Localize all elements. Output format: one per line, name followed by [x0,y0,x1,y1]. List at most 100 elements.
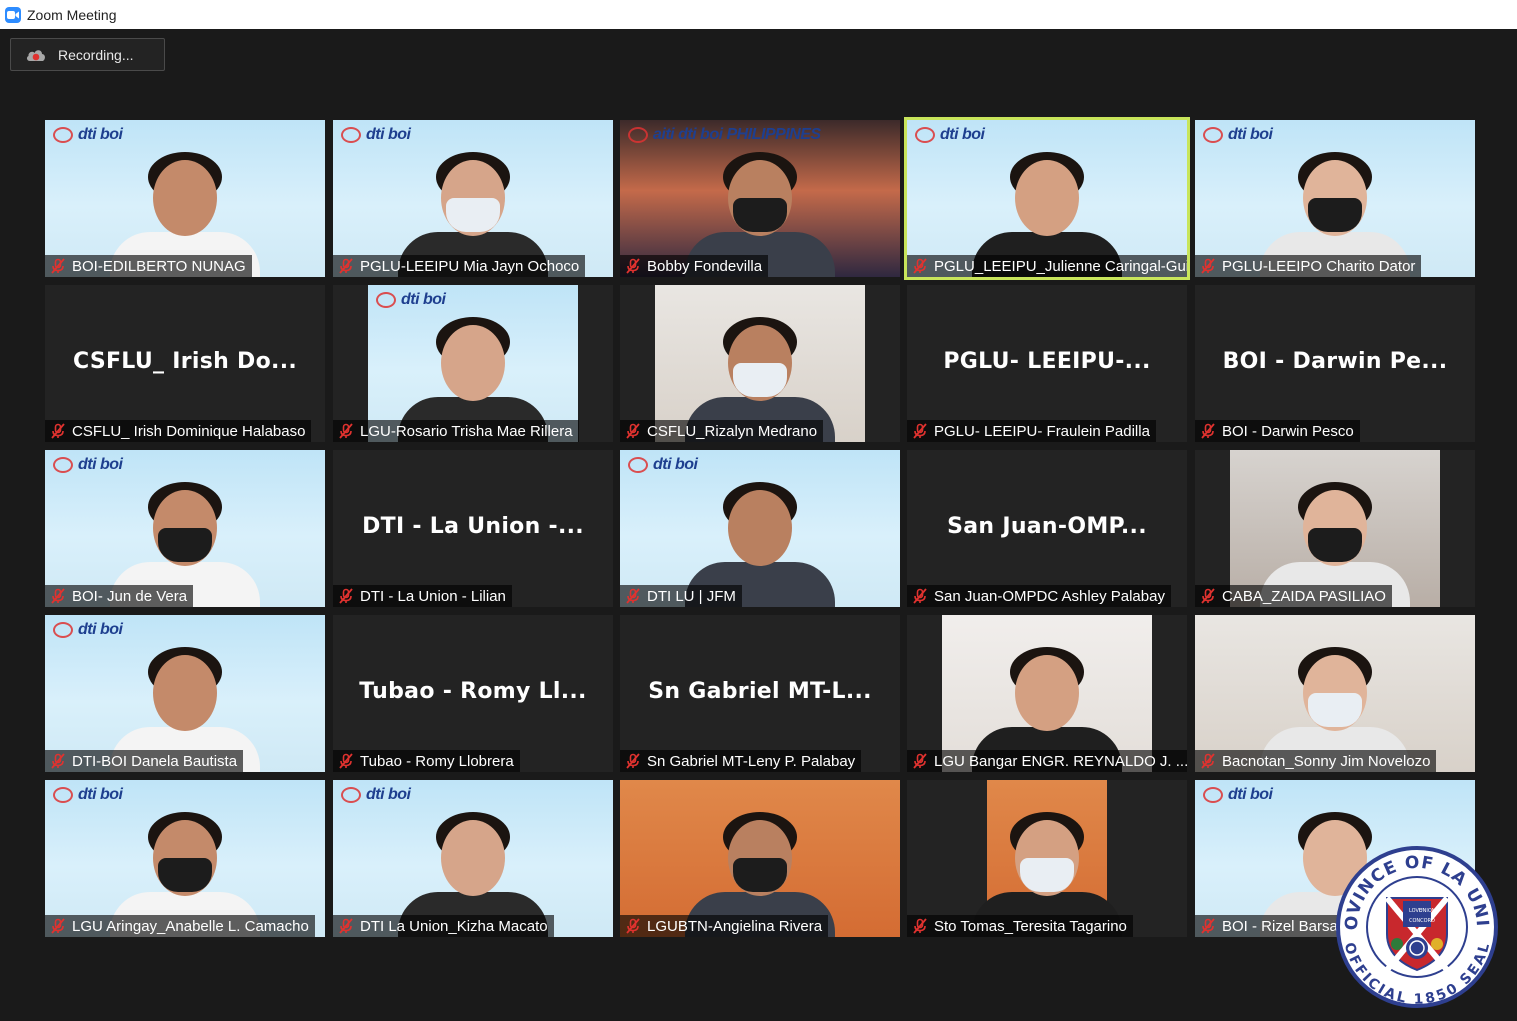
participant-video: dti boi [45,615,325,772]
participant-tile[interactable]: dti boi BOI-EDILBERTO NUNAG [45,120,325,277]
participant-tile[interactable]: DTI - La Union -... DTI - La Union - Lili… [333,450,613,607]
participant-display-name: PGLU- LEEIPU-... [943,349,1151,374]
participant-tile[interactable]: PGLU- LEEIPU-... PGLU- LEEIPU- Fraulein P… [907,285,1187,442]
participant-tile[interactable]: dti boi PGLU-LEEIPU Mia Jayn Ochoco [333,120,613,277]
participant-name: DTI La Union_Kizha Macato [360,917,548,935]
participant-name-label: San Juan-OMPDC Ashley Palabay [907,585,1171,607]
participant-tile[interactable]: aiti dti boi PHILIPPINES Bobby Fondevilla [620,120,900,277]
participant-tile[interactable]: dti boi DTI-BOI Danela Bautista [45,615,325,772]
heart-logo-icon [53,127,73,143]
participant-name-label: CABA_ZAIDA PASILIAO [1195,585,1392,607]
participant-tile[interactable]: CABA_ZAIDA PASILIAO [1195,450,1475,607]
participant-tile[interactable]: Tubao - Romy Ll... Tubao - Romy Llobrera [333,615,613,772]
face-mask [733,858,787,892]
mic-muted-icon [912,423,928,439]
mic-muted-icon [625,753,641,769]
virtual-background-logo: dti boi [1203,786,1273,804]
participant-video: dti boi [45,450,325,607]
participant-head [441,820,505,896]
participant-name: Sn Gabriel MT-Leny P. Palabay [647,752,856,770]
heart-logo-icon [628,127,648,143]
face-mask [158,858,212,892]
participant-name: Bacnotan_Sonny Jim Novelozo [1222,752,1431,770]
participant-tile[interactable]: BOI - Darwin Pe... BOI - Darwin Pesco [1195,285,1475,442]
participant-name: CSFLU_ Irish Dominique Halabaso [72,422,306,440]
participant-video [1195,615,1475,772]
participant-video [942,615,1152,772]
participant-video: dti boi [620,450,900,607]
participant-name-label: DTI LU | JFM [620,585,742,607]
participant-tile[interactable]: dti boi LGU-Rosario Trisha Mae Rillera [333,285,613,442]
cloud-recording-icon [26,49,45,61]
participant-name-label: Sn Gabriel MT-Leny P. Palabay [620,750,862,772]
heart-logo-icon [341,127,361,143]
mic-muted-icon [1200,258,1216,274]
participant-name-label: DTI - La Union - Lilian [333,585,512,607]
participant-tile[interactable]: CSFLU_ Irish Do... CSFLU_ Irish Dominique… [45,285,325,442]
heart-logo-icon [53,457,73,473]
mic-muted-icon [50,918,66,934]
participant-tile[interactable]: LGUBTN-Angielina Rivera [620,780,900,937]
heart-logo-icon [53,622,73,638]
participant-tile[interactable]: dti boi PGLU-LEEIPO Charito Dator [1195,120,1475,277]
mic-muted-icon [625,258,641,274]
participant-video: dti boi [907,120,1187,277]
participant-name: LGU Aringay_Anabelle L. Camacho [72,917,309,935]
recording-indicator[interactable]: Recording... [10,38,165,71]
heart-logo-icon [341,787,361,803]
participant-video [1230,450,1440,607]
logo-text: dti boi [401,291,446,308]
participant-video [620,780,900,937]
participant-name: San Juan-OMPDC Ashley Palabay [934,587,1165,605]
participant-name-label: DTI-BOI Danela Bautista [45,750,244,772]
participant-name-label: LGU Aringay_Anabelle L. Camacho [45,915,315,937]
participant-tile[interactable]: Sn Gabriel MT-L... Sn Gabriel MT-Leny P. … [620,615,900,772]
participant-tile[interactable]: dti boi DTI LU | JFM [620,450,900,607]
virtual-background-logo: dti boi [53,126,123,144]
logo-text: dti boi [78,456,123,473]
participant-tile[interactable]: San Juan-OMP... San Juan-OMPDC Ashley Pal… [907,450,1187,607]
participant-tile[interactable]: dti boi BOI- Jun de Vera [45,450,325,607]
participant-display-name: BOI - Darwin Pe... [1222,349,1448,374]
participant-tile[interactable]: dti boi PGLU_LEEIPU_Julienne Caringal-Gui… [904,117,1190,280]
participant-head [153,655,217,731]
virtual-background-logo: dti boi [341,786,411,804]
face-mask [1308,528,1362,562]
participant-name: LGU-Rosario Trisha Mae Rillera [360,422,573,440]
mic-muted-icon [338,258,354,274]
mic-muted-icon [50,258,66,274]
participant-tile[interactable]: LGU Bangar ENGR. REYNALDO J. ... [907,615,1187,772]
participant-name-label: Tubao - Romy Llobrera [333,750,520,772]
participant-name-label: CSFLU_Rizalyn Medrano [620,420,824,442]
participant-tile[interactable]: Bacnotan_Sonny Jim Novelozo [1195,615,1475,772]
seal-word: UNION [1419,908,1436,914]
participant-video [655,285,865,442]
participant-head [728,490,792,566]
participant-name: CSFLU_Rizalyn Medrano [647,422,818,440]
participant-name: Tubao - Romy Llobrera [360,752,514,770]
participant-name-label: DTI La Union_Kizha Macato [333,915,554,937]
participant-name-label: LGU-Rosario Trisha Mae Rillera [333,420,579,442]
zoom-camera-icon [5,6,21,23]
heart-logo-icon [1203,127,1223,143]
participant-display-name: Tubao - Romy Ll... [359,679,587,704]
participant-tile[interactable]: CSFLU_Rizalyn Medrano [620,285,900,442]
mic-muted-icon [50,423,66,439]
participant-head [441,325,505,401]
heart-logo-icon [53,787,73,803]
participant-name: BOI-EDILBERTO NUNAG [72,257,246,275]
participant-tile[interactable]: dti boi LGU Aringay_Anabelle L. Camacho [45,780,325,937]
logo-text: dti boi [1228,126,1273,143]
participant-name-label: PGLU-LEEIPU Mia Jayn Ochoco [333,255,586,277]
participant-tile[interactable]: dti boi DTI La Union_Kizha Macato [333,780,613,937]
participant-name: PGLU-LEEIPU Mia Jayn Ochoco [360,257,580,275]
face-mask [158,528,212,562]
face-mask [733,198,787,232]
logo-text: dti boi [78,126,123,143]
province-of-la-union-seal: PROVINCE OF LA UNION OFFICIAL 1850 SEAL … [1335,846,1498,1008]
participant-tile[interactable]: Sto Tomas_Teresita Tagarino [907,780,1187,937]
participant-name: Bobby Fondevilla [647,257,763,275]
participant-name: BOI- Jun de Vera [72,587,188,605]
participant-name-label: BOI - Darwin Pesco [1195,420,1360,442]
participant-video: aiti dti boi PHILIPPINES [620,120,900,277]
